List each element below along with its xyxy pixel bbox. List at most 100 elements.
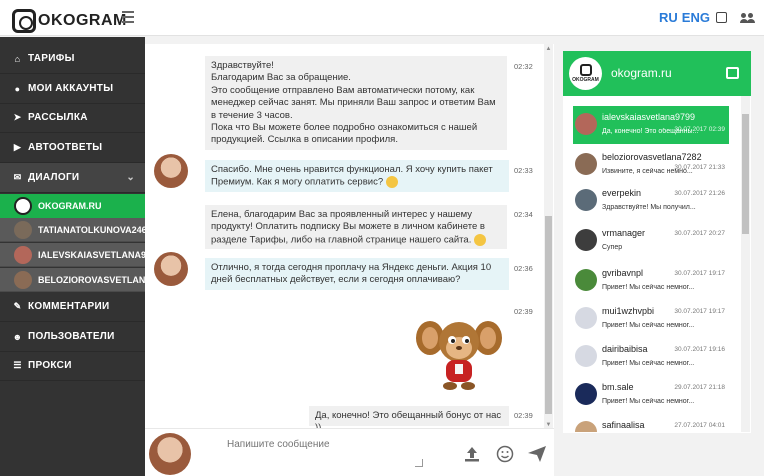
scroll-up-icon[interactable]: ▲: [545, 46, 552, 53]
send-icon[interactable]: [527, 445, 547, 463]
conversation-name: beloziorovasvetlana7282: [602, 152, 702, 162]
conversation-item[interactable]: mui1wzhvpbi 30.07.2017 19:17 Привет! Мы …: [573, 300, 729, 338]
dialogs-header: OKOGRAM okogram.ru: [563, 51, 751, 96]
play-icon: ▶: [13, 142, 22, 152]
app-window: OKOGRAM RU ENG ⌂ ТАРИФЫ ● МОИ АККАУНТЫ ➤ …: [0, 0, 764, 476]
avatar: [575, 153, 597, 175]
sidebar-item-tariffs[interactable]: ⌂ ТАРИФЫ: [0, 44, 145, 74]
conversation-preview: Супер: [602, 244, 623, 251]
sidebar-item-my-accounts[interactable]: ● МОИ АККАУНТЫ: [0, 74, 145, 104]
sidebar-item-comments[interactable]: ✎ КОММЕНТАРИИ: [0, 292, 145, 322]
message-bubble-client: Отлично, я тогда сегодня проплачу на Янд…: [205, 258, 509, 290]
message-time: 02:33: [514, 166, 533, 175]
conversation-item[interactable]: dairibaibisa 30.07.2017 19:16 Привет! Мы…: [573, 338, 729, 376]
dialogs-scrollbar[interactable]: [741, 96, 750, 432]
account-item-ialevskaia[interactable]: IALEVSKAIASVETLANA9799: [0, 243, 145, 267]
sidebar-item-users[interactable]: ☻ ПОЛЬЗОВАТЕЛИ: [0, 322, 145, 352]
conversation-name: vrmanager: [602, 228, 646, 238]
sidebar-item-label: ТАРИФЫ: [28, 53, 75, 64]
conversation-date: 30.07.2017 21:26: [674, 190, 725, 197]
sidebar-item-label: ПОЛЬЗОВАТЕЛИ: [28, 331, 115, 342]
conversation-date: 27.07.2017 04:01: [674, 422, 725, 429]
message-time: 02:36: [514, 264, 533, 273]
message-bubble-operator: Здравствуйте! Благодарим Вас за обращени…: [205, 56, 507, 150]
sidebar-item-dialogs[interactable]: ✉ ДИАЛОГИ ⌄: [0, 163, 145, 193]
conversation-preview: Привет! Мы сейчас немног...: [602, 284, 695, 291]
lang-en-link[interactable]: ENG: [682, 10, 710, 25]
account-item-beloziorova[interactable]: BELOZIOROVASVETLANA7282: [0, 268, 145, 292]
resize-grip[interactable]: [415, 459, 423, 467]
message-bubble-operator: Елена, благодарим Вас за проявленный инт…: [205, 205, 507, 249]
avatar: [575, 189, 597, 211]
avatar: [575, 229, 597, 251]
chat-icon: ✉: [13, 172, 22, 182]
smile-emoji-icon: [385, 176, 398, 189]
account-label: IALEVSKAIASVETLANA9799: [38, 249, 145, 260]
conversation-name: dairibaibisa: [602, 344, 648, 354]
account-label: BELOZIOROVASVETLANA7282: [38, 274, 145, 285]
avatar: [575, 421, 597, 432]
proxy-icon: ☰: [13, 360, 22, 370]
avatar: [575, 307, 597, 329]
account-item-tatiana[interactable]: TATIANATOLKUNOVA2461: [0, 218, 145, 242]
sidebar: ⌂ ТАРИФЫ ● МОИ АККАУНТЫ ➤ РАССЫЛКА ▶ АВТ…: [0, 37, 145, 476]
conversation-date: 30.07.2017 19:17: [674, 308, 725, 315]
conversation-date: 30.07.2017 20:27: [674, 230, 725, 237]
avatar: [575, 113, 597, 135]
scroll-thumb[interactable]: [742, 114, 749, 234]
top-checkbox[interactable]: [716, 12, 727, 23]
sidebar-item-mailing[interactable]: ➤ РАССЫЛКА: [0, 103, 145, 133]
client-avatar: [154, 154, 188, 188]
lang-ru-link[interactable]: RU: [659, 10, 678, 25]
conversation-preview: Извините, я сейчас немно...: [602, 168, 693, 175]
conversation-name: ialevskaiasvetlana9799: [602, 112, 696, 122]
conversation-item[interactable]: safinaalisa 27.07.2017 04:01: [573, 414, 729, 432]
conversation-date: 29.07.2017 21:18: [674, 384, 725, 391]
upload-icon[interactable]: [463, 445, 481, 463]
conversation-list: ialevskaiasvetlana9799 30.07.2017 02:39 …: [563, 96, 751, 432]
logo-mark-icon: [12, 9, 36, 33]
account-label: TATIANATOLKUNOVA2461: [38, 224, 145, 235]
conversation-date: 30.07.2017 19:16: [674, 346, 725, 353]
language-switch: RU ENG: [659, 10, 714, 25]
sidebar-item-label: РАССЫЛКА: [28, 112, 88, 123]
users-icon[interactable]: [740, 13, 755, 25]
conversation-date: 30.07.2017 19:17: [674, 270, 725, 277]
conversation-item[interactable]: gvribavnpl 30.07.2017 19:17 Привет! Мы с…: [573, 262, 729, 300]
account-item-okogram[interactable]: OKOGRAM.RU: [0, 194, 145, 218]
top-bar: OKOGRAM RU ENG: [0, 0, 764, 36]
user-avatar: [149, 433, 191, 475]
sidebar-item-proxy[interactable]: ☰ ПРОКСИ: [0, 351, 145, 381]
smile-emoji-icon: [474, 233, 486, 246]
message-time: 02:34: [514, 210, 533, 219]
comment-icon: ✎: [13, 301, 22, 311]
conversation-item[interactable]: ialevskaiasvetlana9799 30.07.2017 02:39 …: [573, 106, 729, 144]
chat-scrollbar[interactable]: ▲ ▼: [544, 44, 553, 431]
sidebar-item-label: ДИАЛОГИ: [28, 172, 80, 183]
edit-icon[interactable]: [726, 67, 739, 79]
sidebar-item-label: ПРОКСИ: [28, 360, 72, 371]
message-input[interactable]: [217, 433, 427, 469]
conversation-preview: Здравствуйте! Мы получил...: [602, 204, 696, 211]
avatar: [575, 383, 597, 405]
conversation-name: mui1wzhvpbi: [602, 306, 655, 316]
conversation-preview: Привет! Мы сейчас немног...: [602, 360, 695, 367]
sidebar-item-autoreplies[interactable]: ▶ АВТООТВЕТЫ: [0, 133, 145, 163]
logo[interactable]: OKOGRAM: [12, 9, 127, 33]
conversation-preview: Привет! Мы сейчас немног...: [602, 322, 695, 329]
message-time: 02:32: [514, 62, 533, 71]
menu-toggle-icon[interactable]: [122, 11, 134, 23]
conversation-item[interactable]: bm.sale 29.07.2017 21:18 Привет! Мы сейч…: [573, 376, 729, 414]
emoji-icon[interactable]: [496, 445, 514, 463]
account-label: OKOGRAM.RU: [38, 201, 102, 211]
conversation-item[interactable]: everpekin 30.07.2017 21:26 Здравствуйте!…: [573, 182, 729, 220]
account-logo: OKOGRAM: [569, 57, 602, 90]
conversation-preview: Привет! Мы сейчас немног...: [602, 398, 695, 405]
sidebar-item-label: КОММЕНТАРИИ: [28, 301, 110, 312]
user-icon: ●: [14, 83, 21, 94]
conversation-item[interactable]: beloziorovasvetlana7282 30.07.2017 21:33…: [573, 146, 729, 184]
message-bubble-operator: Да, конечно! Это обещанный бонус от нас …: [309, 406, 509, 433]
sidebar-item-label: МОИ АККАУНТЫ: [28, 83, 114, 94]
conversation-item[interactable]: vrmanager 30.07.2017 20:27 Супер: [573, 222, 729, 260]
scroll-thumb[interactable]: [545, 216, 552, 414]
